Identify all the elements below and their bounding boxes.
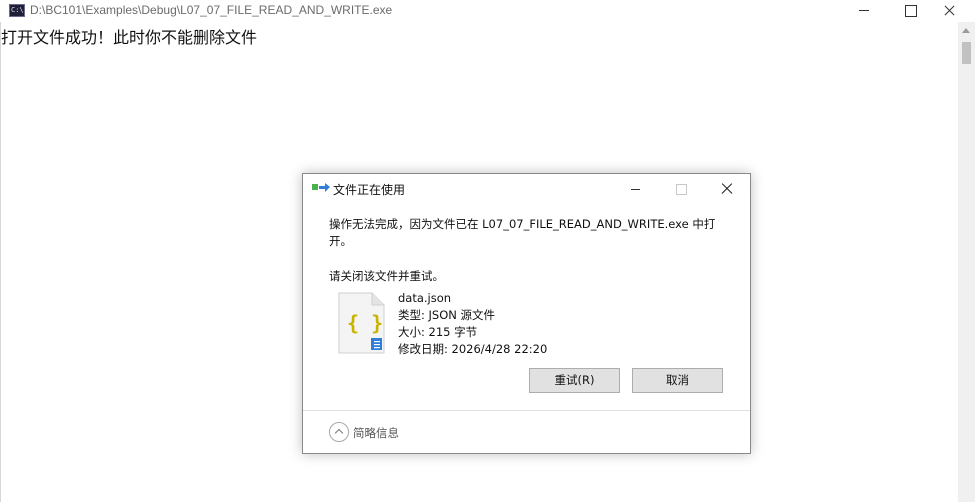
dialog-divider bbox=[303, 410, 750, 411]
scroll-thumb[interactable] bbox=[962, 42, 971, 64]
file-type: 类型: JSON 源文件 bbox=[398, 308, 496, 322]
file-in-use-dialog: 文件正在使用 操作无法完成，因为文件已在 L07_07_FILE_READ_AN… bbox=[302, 173, 751, 454]
retry-button[interactable]: 重试(R) bbox=[529, 368, 620, 393]
json-file-icon: { } bbox=[338, 292, 385, 354]
dialog-close-button[interactable] bbox=[717, 180, 737, 198]
close-button[interactable] bbox=[929, 0, 975, 22]
details-toggle-label[interactable]: 简略信息 bbox=[353, 425, 399, 441]
dialog-message: 操作无法完成，因为文件已在 L07_07_FILE_READ_AND_WRITE… bbox=[329, 217, 716, 248]
minimize-button[interactable] bbox=[838, 0, 884, 22]
dialog-title: 文件正在使用 bbox=[333, 183, 406, 197]
chevron-up-icon[interactable] bbox=[329, 422, 349, 442]
scroll-up-arrow-icon[interactable] bbox=[958, 22, 975, 39]
console-border bbox=[0, 22, 1, 502]
console-window-title: D:\BC101\Examples\Debug\L07_07_FILE_READ… bbox=[30, 3, 393, 17]
cancel-button[interactable]: 取消 bbox=[632, 368, 723, 393]
file-size: 大小: 215 字节 bbox=[398, 325, 478, 339]
maximize-button[interactable] bbox=[886, 0, 932, 22]
file-name: data.json bbox=[398, 291, 452, 305]
file-info: data.json 类型: JSON 源文件 大小: 215 字节 修改日期: … bbox=[398, 290, 547, 358]
dialog-prompt: 请关闭该文件并重试。 bbox=[329, 269, 444, 283]
json-brace-glyph: { } bbox=[347, 311, 383, 335]
file-modified-date: 修改日期: 2026/4/28 22:20 bbox=[398, 342, 548, 356]
dialog-titlebar: 文件正在使用 bbox=[303, 174, 750, 204]
dialog-maximize-button bbox=[671, 182, 691, 198]
console-app-icon bbox=[9, 4, 25, 17]
vertical-scrollbar[interactable] bbox=[958, 22, 975, 502]
console-titlebar: D:\BC101\Examples\Debug\L07_07_FILE_READ… bbox=[0, 0, 975, 22]
file-transfer-icon bbox=[312, 183, 330, 194]
dialog-minimize-button[interactable] bbox=[626, 182, 646, 198]
console-output-text: 打开文件成功！此时你不能删除文件 bbox=[1, 28, 258, 47]
